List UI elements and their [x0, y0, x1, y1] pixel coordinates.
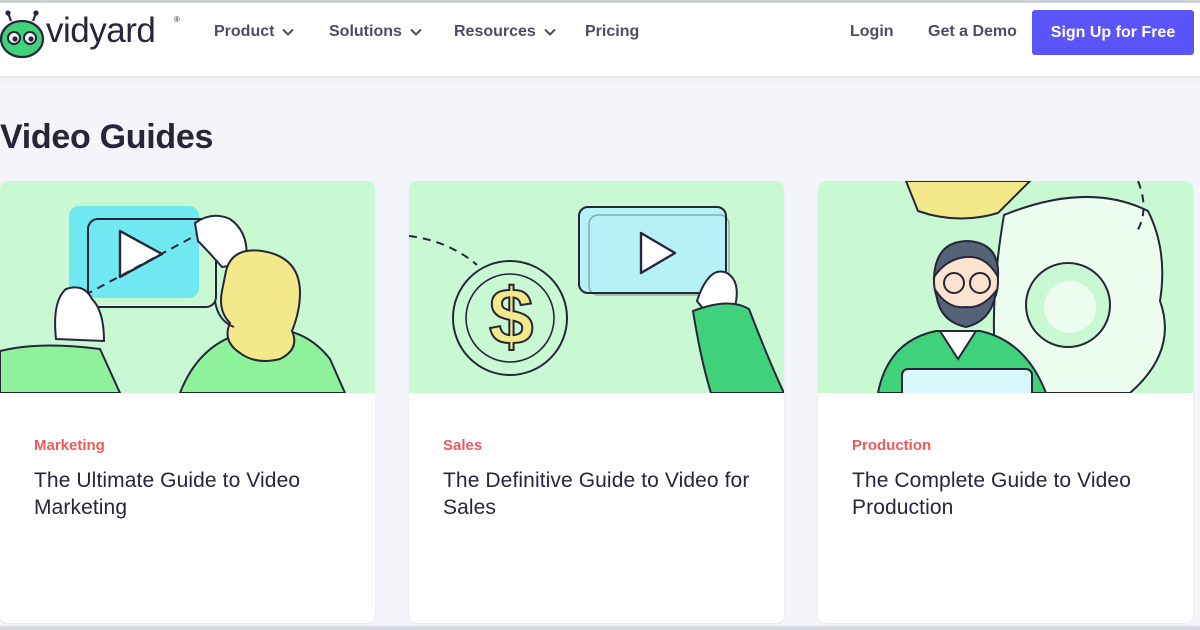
card-title[interactable]: The Complete Guide to Video Production [852, 467, 1162, 521]
guide-card-production[interactable]: Production The Complete Guide to Video P… [818, 181, 1193, 623]
nav-product[interactable]: Product [214, 23, 295, 41]
registered-mark: ® [174, 15, 180, 24]
dollar-coin-video-player-illustration: $ [409, 206, 784, 393]
nav-pricing-label: Pricing [585, 23, 640, 40]
nav-solutions-label: Solutions [329, 23, 402, 40]
logo-wordmark: vidyard [46, 11, 156, 50]
page-bottom-edge [0, 626, 1200, 630]
sign-up-button[interactable]: Sign Up for Free [1032, 10, 1194, 55]
page-title: Video Guides [0, 118, 214, 156]
card-category: Sales [443, 437, 483, 454]
login-link[interactable]: Login [850, 23, 894, 41]
guide-card-marketing[interactable]: Marketing The Ultimate Guide to Video Ma… [0, 181, 375, 623]
nav-pricing[interactable]: Pricing [585, 23, 639, 41]
woman-pointing-video-player-illustration [0, 206, 347, 393]
card-illustration [818, 181, 1193, 393]
chevron-down-icon [282, 28, 295, 36]
vidyard-robot-icon [0, 10, 45, 59]
man-with-gears-laptop-illustration [876, 181, 1166, 393]
nav-resources-label: Resources [454, 23, 536, 40]
card-illustration [0, 181, 375, 393]
chevron-down-icon [544, 28, 556, 36]
chevron-down-icon [410, 28, 422, 36]
card-title[interactable]: The Ultimate Guide to Video Marketing [34, 467, 344, 521]
card-category: Marketing [34, 437, 105, 454]
vidyard-logo[interactable]: vidyard ® [0, 9, 190, 61]
nav-product-label: Product [214, 23, 275, 40]
svg-text:$: $ [489, 272, 534, 361]
top-navigation: vidyard ® Product Solutions Resources Pr… [0, 3, 1200, 77]
nav-solutions[interactable]: Solutions [329, 23, 422, 41]
get-demo-link[interactable]: Get a Demo [928, 23, 1017, 41]
card-category: Production [852, 437, 932, 454]
nav-resources[interactable]: Resources [454, 23, 556, 41]
card-title[interactable]: The Definitive Guide to Video for Sales [443, 467, 753, 521]
card-illustration: $ [409, 181, 784, 393]
guide-card-sales[interactable]: $ Sales The Definitive Guide to Video fo… [409, 181, 784, 623]
